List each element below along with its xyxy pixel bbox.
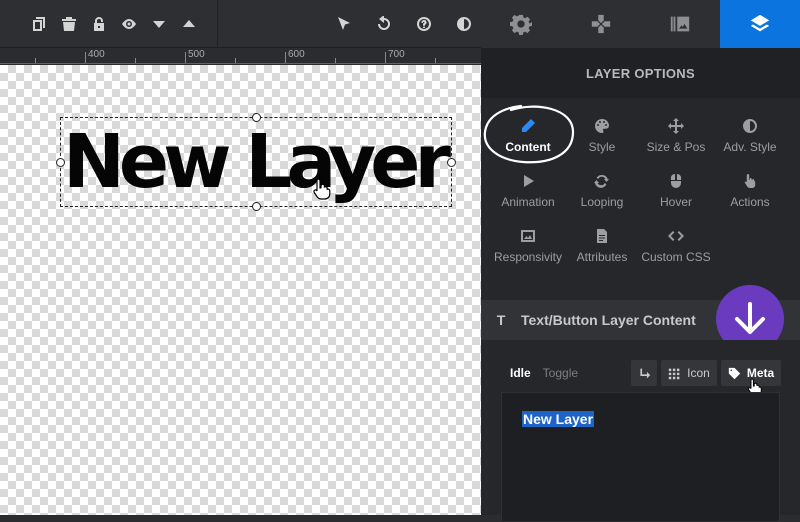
state-tabs: Idle Toggle bbox=[510, 366, 578, 380]
ruler-label-500: 500 bbox=[188, 49, 205, 60]
insert-icon-button[interactable]: Icon bbox=[661, 360, 717, 386]
media-library-icon bbox=[671, 16, 690, 32]
resize-handle-right[interactable] bbox=[447, 158, 456, 167]
option-label: Attributes bbox=[576, 250, 628, 264]
caret-up-icon bbox=[183, 20, 195, 27]
horizontal-ruler: 400 500 600 700 bbox=[0, 48, 481, 64]
options-panel: LAYER OPTIONS Content Style Size & Pos A… bbox=[481, 0, 800, 522]
duplicate-button[interactable] bbox=[24, 0, 54, 48]
editor-tools-group bbox=[324, 0, 484, 48]
text-layer[interactable]: New Layer bbox=[56, 113, 456, 211]
contrast-icon bbox=[743, 119, 757, 133]
gear-icon bbox=[509, 14, 532, 35]
delete-button[interactable] bbox=[54, 0, 84, 48]
copy-icon bbox=[33, 17, 45, 31]
option-actions[interactable]: Actions bbox=[710, 165, 790, 215]
code-icon bbox=[668, 231, 684, 241]
resize-handle-top[interactable] bbox=[252, 113, 261, 122]
move-down-button[interactable] bbox=[144, 0, 174, 48]
tab-settings[interactable] bbox=[481, 0, 561, 48]
arrow-down-icon bbox=[735, 302, 765, 334]
tag-icon bbox=[728, 367, 741, 379]
move-up-button[interactable] bbox=[174, 0, 204, 48]
option-label: Hover bbox=[659, 195, 692, 209]
resize-handle-bottom[interactable] bbox=[252, 202, 261, 211]
panel-tab-bar bbox=[481, 0, 800, 48]
option-label: Size & Pos bbox=[646, 140, 706, 154]
tab-navigation[interactable] bbox=[561, 0, 641, 48]
section-title: Text/Button Layer Content bbox=[521, 312, 696, 328]
gamepad-icon bbox=[591, 14, 610, 34]
tab-idle[interactable]: Idle bbox=[510, 366, 531, 380]
option-label: Style bbox=[588, 140, 616, 154]
option-looping[interactable]: Looping bbox=[562, 165, 642, 215]
tab-toggle[interactable]: Toggle bbox=[543, 366, 578, 380]
visibility-button[interactable] bbox=[114, 0, 144, 48]
trash-icon bbox=[62, 17, 76, 31]
slide-canvas[interactable]: New Layer bbox=[0, 65, 481, 515]
icon-button-label: Icon bbox=[687, 366, 710, 380]
layers-icon bbox=[750, 14, 770, 32]
panel-title: LAYER OPTIONS bbox=[481, 48, 800, 98]
lock-button[interactable] bbox=[84, 0, 114, 48]
option-attributes[interactable]: Attributes bbox=[562, 220, 642, 270]
option-label: Looping bbox=[580, 195, 624, 209]
responsive-image-icon bbox=[521, 230, 535, 242]
contrast-toggle-button[interactable] bbox=[444, 0, 484, 48]
tab-media[interactable] bbox=[641, 0, 721, 48]
cursor-arrow-icon bbox=[338, 17, 350, 30]
document-icon bbox=[597, 229, 607, 243]
loop-icon bbox=[594, 174, 609, 188]
move-arrows-icon bbox=[668, 118, 684, 134]
undo-icon bbox=[378, 16, 390, 30]
option-label: Actions bbox=[730, 195, 770, 209]
option-size-pos[interactable]: Size & Pos bbox=[636, 110, 716, 160]
option-label: Adv. Style bbox=[723, 140, 777, 154]
option-hover[interactable]: Hover bbox=[636, 165, 716, 215]
ruler-label-400: 400 bbox=[88, 49, 105, 60]
ruler-label-700: 700 bbox=[388, 49, 405, 60]
resize-handle-left[interactable] bbox=[56, 158, 65, 167]
ruler-label-600: 600 bbox=[288, 49, 305, 60]
option-label: Animation bbox=[501, 195, 555, 209]
option-content[interactable]: Content bbox=[488, 110, 568, 160]
layer-actions-group bbox=[24, 0, 204, 48]
toolbar-divider bbox=[217, 0, 218, 48]
undo-button[interactable] bbox=[364, 0, 404, 48]
mouse-icon bbox=[670, 173, 682, 188]
option-responsivity[interactable]: Responsivity bbox=[488, 220, 568, 270]
option-style[interactable]: Style bbox=[562, 110, 642, 160]
contrast-icon bbox=[457, 17, 471, 31]
option-adv-style[interactable]: Adv. Style bbox=[710, 110, 790, 160]
caret-down-icon bbox=[153, 21, 165, 28]
palette-icon bbox=[595, 119, 609, 133]
option-custom-css[interactable]: Custom CSS bbox=[636, 220, 716, 270]
editor-toolbar bbox=[0, 0, 481, 48]
text-type-icon: T bbox=[496, 312, 506, 328]
unlock-icon bbox=[94, 17, 104, 31]
play-icon bbox=[524, 175, 534, 187]
eye-icon bbox=[122, 19, 136, 29]
layer-text[interactable]: New Layer bbox=[61, 118, 453, 208]
pencil-icon bbox=[522, 119, 535, 132]
hand-cursor-icon bbox=[313, 178, 331, 200]
content-textarea[interactable]: New Layer bbox=[501, 392, 780, 522]
grid-icon bbox=[668, 368, 680, 379]
help-button[interactable] bbox=[404, 0, 444, 48]
option-label: Responsivity bbox=[493, 250, 563, 264]
pointer-hand-icon bbox=[744, 174, 756, 188]
return-arrow-icon bbox=[639, 368, 650, 378]
line-break-button[interactable] bbox=[631, 360, 657, 386]
ruler-ticks bbox=[0, 52, 481, 64]
option-label: Content bbox=[505, 140, 551, 154]
option-animation[interactable]: Animation bbox=[488, 165, 568, 215]
option-label: Custom CSS bbox=[641, 250, 711, 264]
select-tool-button[interactable] bbox=[324, 0, 364, 48]
tab-layers[interactable] bbox=[720, 0, 800, 48]
question-circle-icon bbox=[417, 17, 431, 31]
layer-content-editor: Idle Toggle Icon Meta New Layer bbox=[481, 340, 800, 522]
selected-layer-text[interactable]: New Layer bbox=[522, 411, 595, 427]
